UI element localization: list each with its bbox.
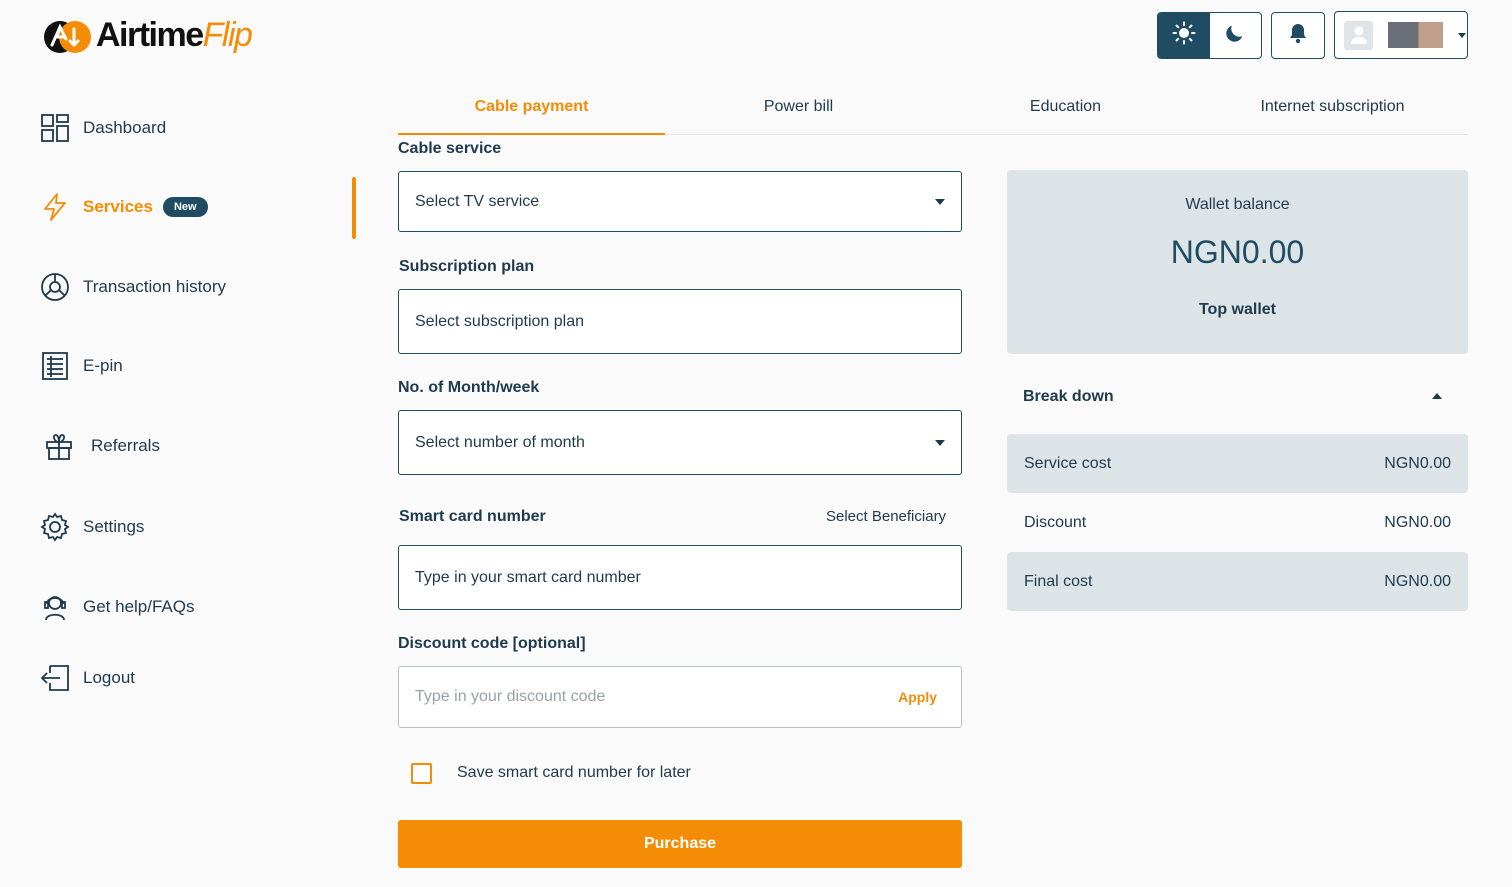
top-wallet-button[interactable]: Top wallet	[1007, 301, 1468, 319]
chevron-down-icon	[1458, 32, 1466, 38]
breakdown-row-final-cost: Final cost NGN0.00	[1007, 552, 1468, 611]
sidebar-item-settings[interactable]: Settings	[40, 512, 144, 542]
smart-card-placeholder: Type in your smart card number	[415, 568, 641, 586]
pie-chart-icon	[40, 272, 70, 302]
sidebar-item-referrals[interactable]: Referrals	[44, 431, 160, 461]
chevron-down-icon	[935, 198, 945, 205]
discount-placeholder: Type in your discount code	[415, 688, 606, 705]
cable-service-label: Cable service	[398, 140, 502, 157]
gift-icon	[44, 431, 74, 461]
sun-icon	[1172, 21, 1196, 50]
subscription-plan-label: Subscription plan	[399, 258, 535, 275]
chevron-up-icon[interactable]	[1432, 393, 1442, 399]
save-card-checkbox[interactable]	[411, 763, 432, 784]
light-theme-button[interactable]	[1158, 13, 1210, 58]
sidebar-item-services[interactable]: Services New	[40, 192, 208, 222]
wallet-amount: NGN0.00	[1170, 234, 1305, 270]
months-label: No. of Month/week	[398, 379, 540, 396]
chevron-down-icon	[935, 439, 945, 446]
breakdown-row-label: Discount	[1024, 513, 1087, 531]
breakdown-row-value: NGN0.00	[1384, 513, 1451, 531]
service-tabs: Cable payment Power bill Education Inter…	[398, 80, 1468, 135]
sidebar-item-label: Logout	[83, 668, 135, 687]
profile-menu-button[interactable]	[1334, 11, 1468, 59]
list-icon	[40, 351, 70, 381]
breakdown-row-value: NGN0.00	[1384, 572, 1451, 590]
smart-card-input[interactable]: Type in your smart card number	[398, 545, 962, 610]
subscription-plan-select[interactable]: Select subscription plan	[398, 289, 962, 354]
sidebar-item-label: Get help/FAQs	[83, 597, 195, 616]
discount-input[interactable]: Type in your discount code Apply	[398, 666, 962, 728]
logo-text: AirtimeFlip	[96, 16, 253, 54]
smart-card-label: Smart card number	[399, 508, 546, 525]
months-value: Select number of month	[415, 433, 585, 451]
sidebar-item-e-pin[interactable]: E-pin	[40, 351, 123, 381]
app-logo[interactable]: AirtimeFlip	[40, 14, 253, 56]
breakdown-title[interactable]: Break down	[1023, 388, 1114, 406]
breakdown-row-service-cost: Service cost NGN0.00	[1007, 434, 1468, 493]
sidebar-item-label: Referrals	[91, 436, 160, 455]
breakdown-row-value: NGN0.00	[1384, 454, 1451, 472]
subscription-plan-value: Select subscription plan	[415, 312, 584, 330]
sidebar-item-dashboard[interactable]: Dashboard	[40, 113, 166, 143]
tab-education[interactable]: Education	[932, 80, 1199, 134]
logout-icon	[40, 663, 70, 693]
months-select[interactable]: Select number of month	[398, 410, 962, 475]
discount-label: Discount code [optional]	[398, 635, 586, 652]
theme-toggle	[1157, 12, 1262, 59]
new-badge: New	[162, 197, 208, 217]
apply-button[interactable]: Apply	[898, 689, 937, 705]
moon-icon	[1224, 22, 1246, 49]
grid-icon	[40, 113, 70, 143]
cable-service-select[interactable]: Select TV service	[398, 171, 962, 232]
tab-internet-subscription[interactable]: Internet subscription	[1199, 80, 1466, 134]
lightning-icon	[40, 192, 70, 222]
sidebar-item-transaction-history[interactable]: Transaction history	[40, 272, 226, 302]
tab-cable-payment[interactable]: Cable payment	[398, 80, 665, 135]
profile-image	[1388, 22, 1443, 48]
select-beneficiary-link[interactable]: Select Beneficiary	[826, 508, 946, 525]
breakdown-row-label: Final cost	[1024, 572, 1093, 590]
sidebar-item-logout[interactable]: Logout	[40, 663, 135, 693]
tab-power-bill[interactable]: Power bill	[665, 80, 932, 134]
sidebar-item-label: Transaction history	[83, 277, 226, 296]
cable-service-value: Select TV service	[415, 192, 540, 210]
sidebar-item-label: Services	[83, 197, 153, 216]
sidebar-item-help[interactable]: Get help/FAQs	[40, 592, 195, 622]
support-icon	[40, 592, 70, 622]
save-card-label: Save smart card number for later	[457, 764, 691, 781]
sidebar-item-label: E-pin	[83, 356, 123, 375]
logo-mark-icon	[40, 15, 94, 55]
bell-icon	[1288, 22, 1308, 49]
sidebar-item-label: Dashboard	[83, 118, 167, 137]
wallet-title: Wallet balance	[1185, 196, 1290, 213]
breakdown-row-label: Service cost	[1024, 454, 1112, 472]
notifications-button[interactable]	[1271, 12, 1325, 59]
user-avatar-icon	[1344, 20, 1373, 50]
active-indicator	[352, 177, 356, 239]
wallet-card: Wallet balance NGN0.00 Top wallet	[1007, 170, 1468, 354]
gear-icon	[40, 512, 70, 542]
purchase-button[interactable]: Purchase	[398, 820, 962, 868]
sidebar-item-label: Settings	[83, 517, 145, 536]
dark-theme-button[interactable]	[1210, 13, 1262, 58]
breakdown-row-discount: Discount NGN0.00	[1007, 493, 1468, 552]
